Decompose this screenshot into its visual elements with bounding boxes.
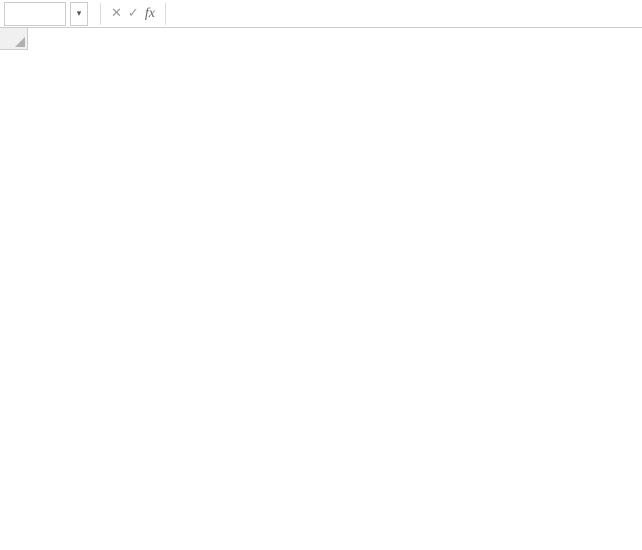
enter-icon[interactable]: ✓ [128, 6, 139, 21]
fx-icon[interactable]: fx [145, 6, 155, 22]
cancel-icon[interactable]: ✕ [111, 6, 122, 21]
divider [100, 3, 101, 25]
formula-controls: ✕ ✓ fx [105, 6, 161, 22]
select-all-corner[interactable] [0, 28, 28, 50]
formula-bar: ▾ ✕ ✓ fx [0, 0, 642, 28]
spreadsheet [0, 28, 642, 50]
name-box-dropdown[interactable]: ▾ [70, 2, 88, 26]
row-headers-col [0, 28, 28, 50]
divider [165, 3, 166, 25]
name-box[interactable] [4, 2, 66, 26]
chevron-down-icon: ▾ [77, 8, 82, 19]
